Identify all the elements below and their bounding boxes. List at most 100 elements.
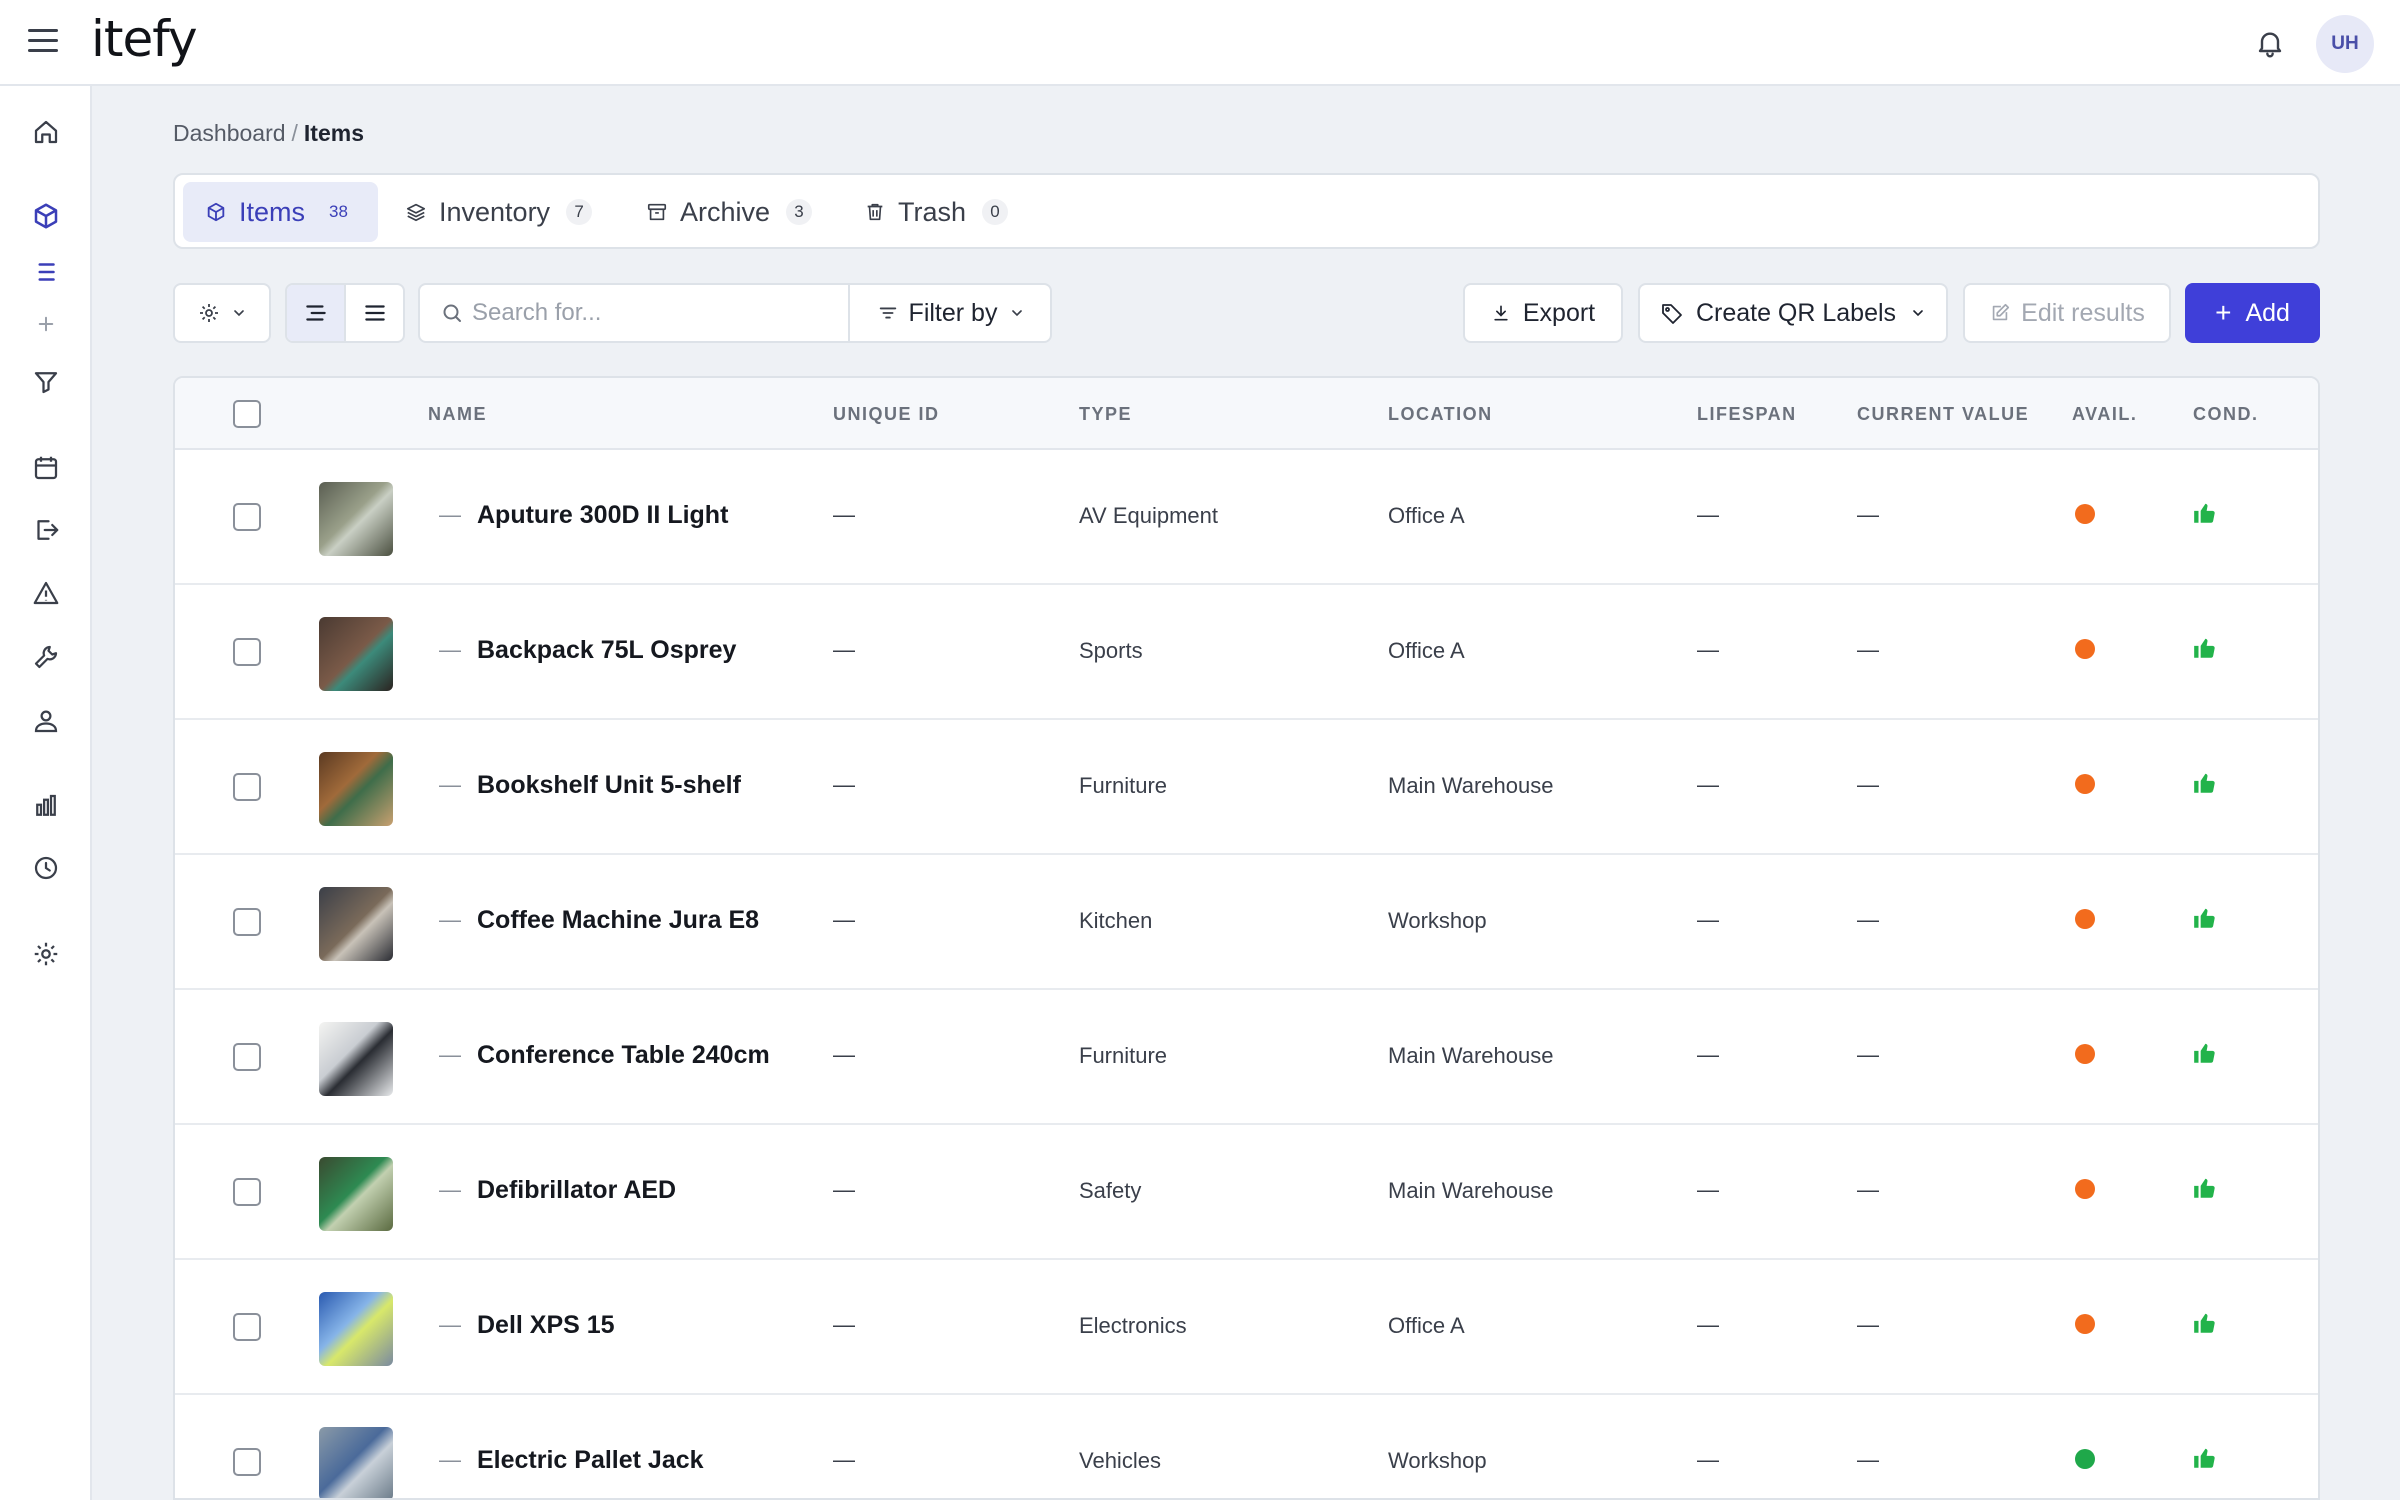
- home-icon[interactable]: [28, 114, 64, 150]
- users-icon[interactable]: [28, 703, 64, 739]
- notification-bell-icon[interactable]: [2254, 27, 2286, 59]
- table-row[interactable]: — Bookshelf Unit 5-shelf — Furniture Main Wa…: [175, 720, 2318, 855]
- item-type: Furniture: [1079, 773, 1168, 798]
- settings-dropdown-button[interactable]: [173, 283, 271, 343]
- plus-icon: +: [2215, 297, 2232, 328]
- item-name[interactable]: Coffee Machine Jura E8: [477, 906, 759, 935]
- add-label: Add: [2245, 298, 2290, 327]
- item-name[interactable]: Electric Pallet Jack: [477, 1446, 704, 1475]
- download-icon: [1494, 305, 1508, 321]
- item-name[interactable]: Defibrillator AED: [477, 1176, 676, 1205]
- item-unique-id: —: [833, 1447, 855, 1472]
- table-row[interactable]: — Coffee Machine Jura E8 — Kitchen Workshop —…: [175, 855, 2318, 990]
- item-unique-id: —: [833, 637, 855, 662]
- items-table: NAME UNIQUE ID TYPE LOCATION LIFESPAN CU…: [173, 376, 2320, 1500]
- table-row[interactable]: — Dell XPS 15 — Electronics Office A — —: [175, 1260, 2318, 1395]
- table-row[interactable]: — Aputure 300D II Light — AV Equipment Offic…: [175, 450, 2318, 585]
- item-name[interactable]: Dell XPS 15: [477, 1311, 615, 1340]
- column-header-current-value[interactable]: CURRENT VALUE: [1857, 404, 2029, 425]
- row-prefix: —: [439, 502, 461, 527]
- tab-label: Items: [239, 196, 306, 227]
- list-icon[interactable]: [28, 254, 64, 290]
- item-unique-id: —: [833, 772, 855, 797]
- item-thumbnail[interactable]: [319, 1292, 393, 1366]
- row-checkbox[interactable]: [233, 638, 261, 666]
- plus-icon[interactable]: [28, 306, 64, 342]
- thumbs-up-icon: [2194, 638, 2215, 658]
- warning-icon[interactable]: [28, 575, 64, 611]
- tab-trash[interactable]: Trash 0: [842, 182, 1030, 242]
- list-view-button[interactable]: [346, 285, 403, 341]
- item-thumbnail[interactable]: [319, 1022, 393, 1096]
- row-checkbox[interactable]: [233, 1448, 261, 1476]
- column-header-unique-id[interactable]: UNIQUE ID: [833, 404, 940, 425]
- column-header-location[interactable]: LOCATION: [1388, 404, 1493, 425]
- column-header-cond[interactable]: COND.: [2193, 404, 2259, 425]
- item-location: Main Warehouse: [1388, 773, 1554, 798]
- item-name[interactable]: Conference Table 240cm: [477, 1041, 770, 1070]
- item-thumbnail[interactable]: [319, 617, 393, 691]
- filter-lines-icon: [879, 307, 896, 319]
- calendar-icon[interactable]: [28, 450, 64, 486]
- export-button[interactable]: Export: [1463, 283, 1623, 343]
- item-thumbnail[interactable]: [319, 482, 393, 556]
- tag-icon: [1662, 304, 1682, 324]
- checkout-icon[interactable]: [28, 512, 64, 548]
- tab-items[interactable]: Items 38: [183, 182, 378, 242]
- box-icon[interactable]: [28, 198, 64, 234]
- row-prefix: —: [439, 1447, 461, 1472]
- table-row[interactable]: — Conference Table 240cm — Furniture Main Wa…: [175, 990, 2318, 1125]
- list-icon: [364, 305, 385, 321]
- edit-results-button[interactable]: Edit results: [1963, 283, 2171, 343]
- row-checkbox[interactable]: [233, 1313, 261, 1341]
- menu-icon[interactable]: [28, 29, 58, 57]
- search-input[interactable]: [472, 288, 852, 338]
- wrench-icon[interactable]: [28, 639, 64, 675]
- select-all-checkbox[interactable]: [233, 400, 261, 428]
- user-avatar[interactable]: UH: [2316, 15, 2374, 73]
- column-header-name[interactable]: NAME: [428, 404, 487, 425]
- item-type: Kitchen: [1079, 908, 1153, 933]
- availability-status-dot: [2075, 909, 2095, 929]
- item-type: Vehicles: [1079, 1448, 1161, 1473]
- tree-view-button[interactable]: [287, 285, 346, 341]
- item-name[interactable]: Aputure 300D II Light: [477, 501, 728, 530]
- tab-count: 3: [786, 199, 813, 225]
- tab-count: 7: [566, 199, 593, 225]
- row-checkbox[interactable]: [233, 1043, 261, 1071]
- column-header-avail[interactable]: AVAIL.: [2072, 404, 2137, 425]
- item-name[interactable]: Backpack 75L Osprey: [477, 636, 736, 665]
- edit-results-label: Edit results: [2021, 298, 2145, 327]
- row-checkbox[interactable]: [233, 503, 261, 531]
- table-row[interactable]: — Electric Pallet Jack — Vehicles Workshop — —: [175, 1395, 2318, 1498]
- filter-by-button[interactable]: Filter by: [848, 285, 1052, 341]
- app-logo[interactable]: itefy: [91, 10, 198, 68]
- filter-icon[interactable]: [28, 364, 64, 400]
- item-lifespan: —: [1697, 907, 1719, 932]
- breadcrumb-dashboard[interactable]: Dashboard: [173, 120, 286, 146]
- item-thumbnail[interactable]: [319, 887, 393, 961]
- table-row[interactable]: — Defibrillator AED — Safety Main Warehouse —…: [175, 1125, 2318, 1260]
- settings-icon[interactable]: [28, 936, 64, 972]
- breadcrumb: Dashboard / Items: [173, 120, 364, 147]
- column-header-type[interactable]: TYPE: [1079, 404, 1132, 425]
- chevron-down-icon: [1012, 310, 1023, 317]
- item-thumbnail[interactable]: [319, 1427, 393, 1498]
- chevron-down-icon: [234, 310, 244, 317]
- create-qr-labels-button[interactable]: Create QR Labels: [1638, 283, 1948, 343]
- item-lifespan: —: [1697, 1447, 1719, 1472]
- item-lifespan: —: [1697, 1042, 1719, 1067]
- item-name[interactable]: Bookshelf Unit 5-shelf: [477, 771, 741, 800]
- row-checkbox[interactable]: [233, 908, 261, 936]
- item-thumbnail[interactable]: [319, 1157, 393, 1231]
- column-header-lifespan[interactable]: LIFESPAN: [1697, 404, 1797, 425]
- tab-inventory[interactable]: Inventory 7: [383, 182, 614, 242]
- tab-archive[interactable]: Archive 3: [624, 182, 834, 242]
- table-row[interactable]: — Backpack 75L Osprey — Sports Office A — —: [175, 585, 2318, 720]
- history-icon[interactable]: [28, 850, 64, 886]
- add-button[interactable]: + Add: [2185, 283, 2320, 343]
- row-checkbox[interactable]: [233, 773, 261, 801]
- row-checkbox[interactable]: [233, 1178, 261, 1206]
- chart-icon[interactable]: [28, 788, 64, 824]
- item-thumbnail[interactable]: [319, 752, 393, 826]
